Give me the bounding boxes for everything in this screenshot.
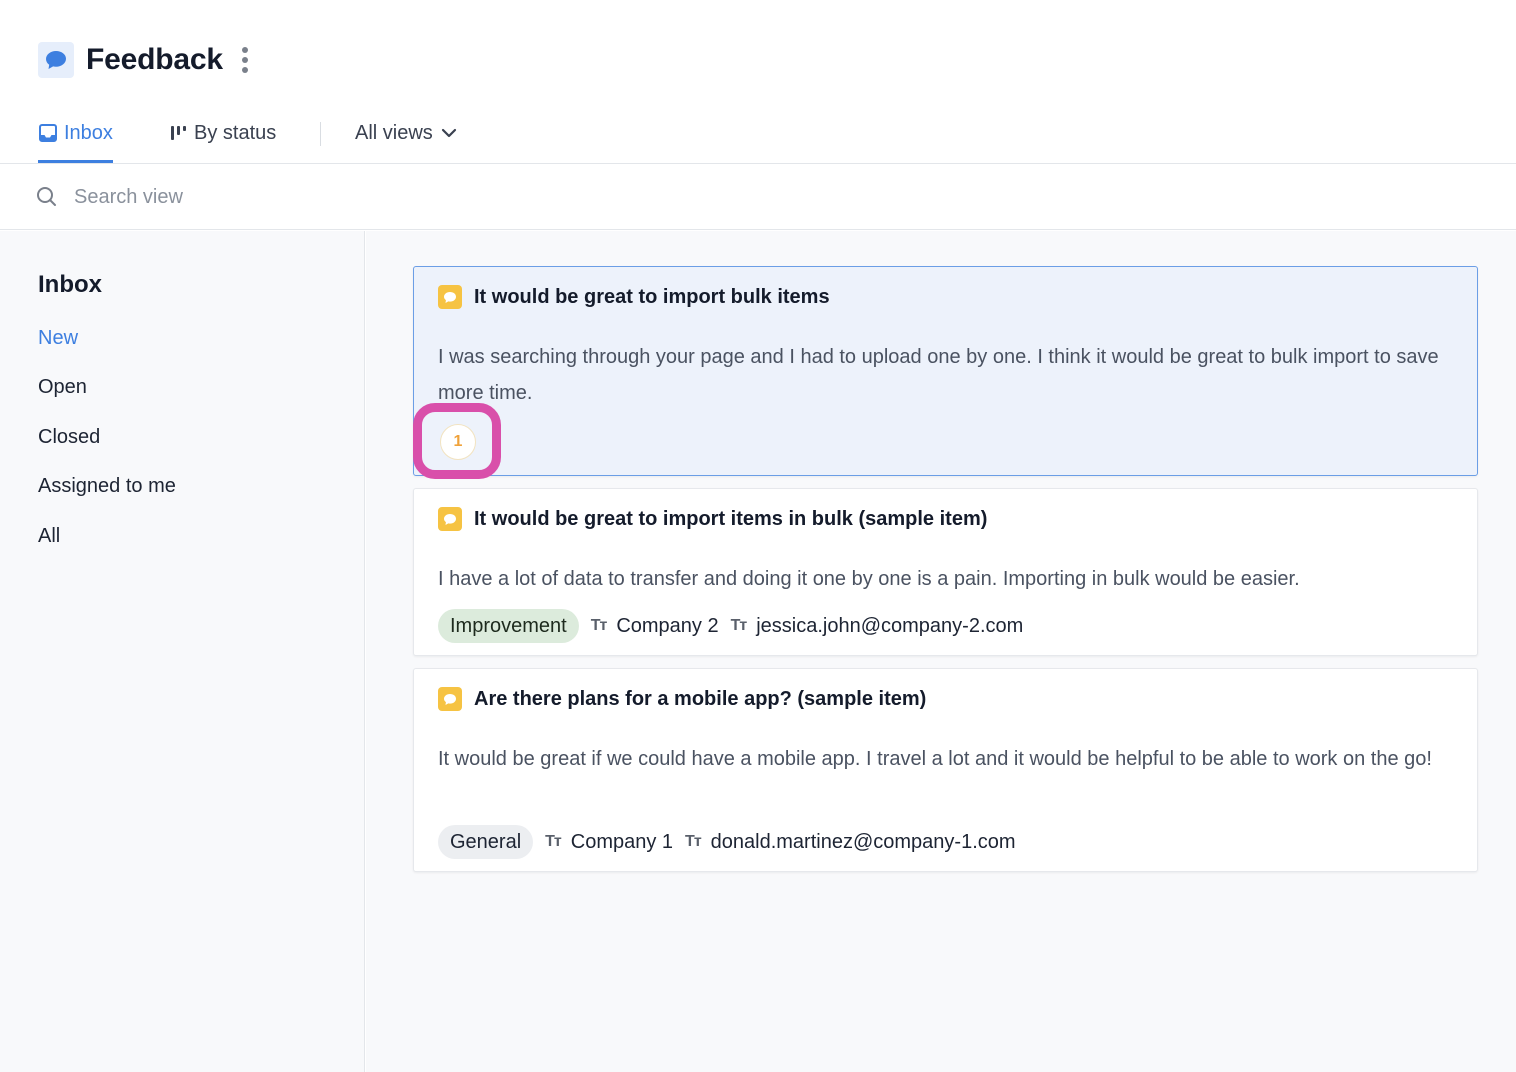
card-description: It would be great if we could have a mob… bbox=[438, 748, 1432, 770]
category-tag[interactable]: General bbox=[438, 825, 534, 859]
card-title: It would be great to import bulk items bbox=[474, 285, 830, 308]
sidebar-item-all[interactable]: All bbox=[38, 525, 60, 548]
card-title-row: It would be great to import bulk items bbox=[438, 285, 830, 309]
sidebar-item-closed[interactable]: Closed bbox=[38, 426, 100, 449]
feedback-list: It would be great to import bulk items I… bbox=[366, 231, 1516, 1072]
company-name: Company 2 bbox=[616, 614, 719, 637]
dot bbox=[242, 57, 248, 63]
contact-email: donald.martinez@company-1.com bbox=[710, 830, 1016, 853]
more-options-button[interactable] bbox=[234, 44, 256, 76]
search-input[interactable] bbox=[74, 180, 674, 214]
text-field-icon: Tт bbox=[545, 833, 562, 850]
text-field-icon: Tт bbox=[730, 617, 748, 634]
dot bbox=[242, 67, 248, 73]
feedback-card[interactable]: It would be great to import items in bul… bbox=[413, 488, 1478, 656]
email-field: Tт jessica.john@company-2.com bbox=[731, 615, 1024, 638]
sidebar-item-open[interactable]: Open bbox=[38, 376, 87, 399]
feedback-icon bbox=[438, 687, 462, 711]
feedback-app: Feedback Inbox By status All views Searc… bbox=[0, 0, 1516, 1072]
tab-by-status[interactable]: By status bbox=[168, 116, 276, 163]
card-description: I was searching through your page and I … bbox=[438, 346, 1439, 404]
page-header: Feedback bbox=[0, 0, 1516, 96]
search-bar bbox=[0, 164, 1516, 230]
tab-inbox[interactable]: Inbox bbox=[38, 116, 113, 163]
email-field: Tт donald.martinez@company-1.com bbox=[685, 831, 1016, 854]
feedback-icon bbox=[438, 285, 462, 309]
sidebar-heading: Inbox bbox=[38, 271, 102, 298]
page-title: Feedback bbox=[86, 43, 223, 76]
card-title: Are there plans for a mobile app? (sampl… bbox=[474, 687, 927, 710]
speech-bubble-icon bbox=[38, 42, 74, 78]
sidebar-item-new[interactable]: New bbox=[38, 327, 78, 350]
company-field: Tт Company 1 bbox=[545, 831, 673, 854]
search-icon bbox=[36, 186, 58, 208]
view-tabs: Inbox By status All views bbox=[0, 96, 1516, 164]
card-meta: General Tт Company 1 Tт donald.martinez@… bbox=[438, 825, 1016, 859]
category-tag[interactable]: Improvement bbox=[438, 609, 579, 643]
card-title-row: Are there plans for a mobile app? (sampl… bbox=[438, 687, 926, 711]
text-field-icon: Tт bbox=[685, 833, 702, 850]
tab-divider bbox=[320, 122, 321, 146]
chevron-down-icon bbox=[439, 116, 459, 150]
company-name: Company 1 bbox=[570, 830, 674, 853]
sidebar: Inbox New Open Closed Assigned to me All bbox=[0, 231, 365, 1072]
all-views-dropdown[interactable]: All views bbox=[355, 116, 459, 163]
card-title: It would be great to import items in bul… bbox=[474, 507, 988, 530]
tab-label: All views bbox=[355, 122, 433, 144]
feedback-card[interactable]: Are there plans for a mobile app? (sampl… bbox=[413, 668, 1478, 872]
status-columns-icon bbox=[168, 116, 188, 150]
card-title-row: It would be great to import items in bul… bbox=[438, 507, 987, 531]
feedback-card[interactable]: It would be great to import bulk items I… bbox=[413, 266, 1478, 476]
tab-label: Inbox bbox=[64, 122, 113, 144]
inbox-icon bbox=[38, 116, 58, 150]
dot bbox=[242, 47, 248, 53]
card-meta: Improvement Tт Company 2 Tт jessica.john… bbox=[438, 609, 1023, 643]
text-field-icon: Tт bbox=[590, 617, 608, 634]
company-field: Tт Company 2 bbox=[591, 615, 719, 638]
sidebar-item-assigned-to-me[interactable]: Assigned to me bbox=[38, 475, 176, 498]
contact-email: jessica.john@company-2.com bbox=[756, 614, 1024, 637]
highlight-annotation bbox=[413, 403, 501, 479]
feedback-icon bbox=[438, 507, 462, 531]
tab-label: By status bbox=[194, 122, 277, 144]
card-description: I have a lot of data to transfer and doi… bbox=[438, 568, 1300, 590]
